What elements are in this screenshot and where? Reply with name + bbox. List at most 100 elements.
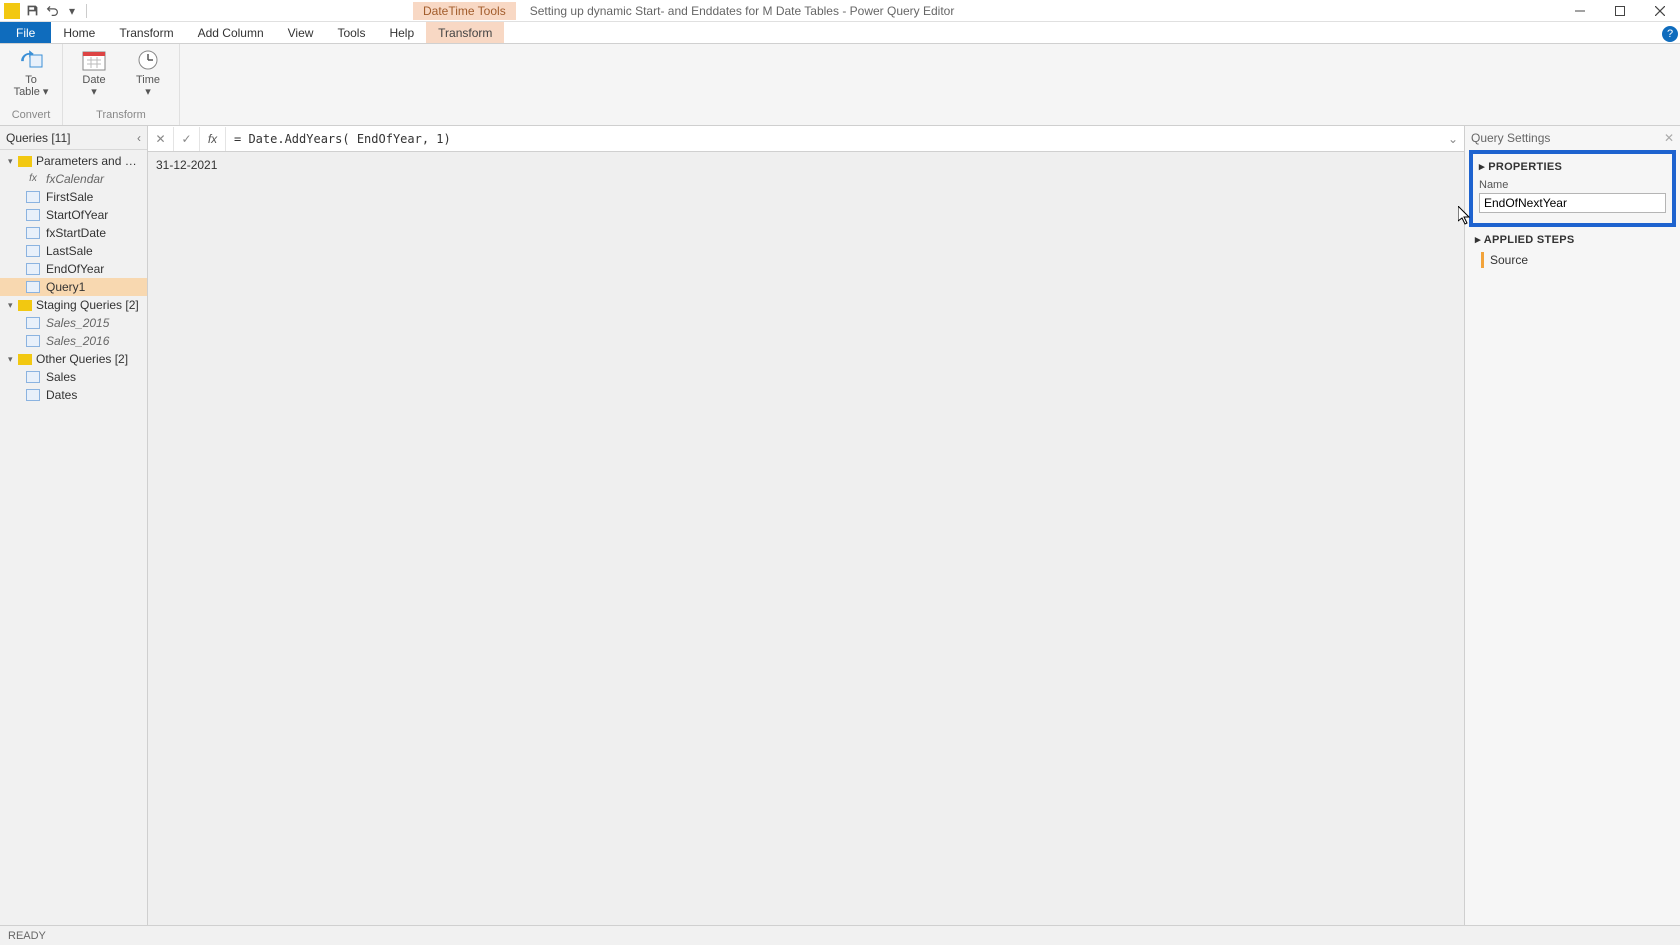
tab-file[interactable]: File xyxy=(0,22,51,43)
tab-help[interactable]: Help xyxy=(377,22,426,43)
queries-panel-header: Queries [11] ‹ xyxy=(0,126,147,150)
window-controls xyxy=(1560,0,1680,22)
folder-label: Staging Queries [2] xyxy=(36,298,143,312)
help-badge[interactable]: ? xyxy=(1662,26,1678,42)
table-icon xyxy=(26,371,40,383)
close-button[interactable] xyxy=(1640,0,1680,22)
minimize-button[interactable] xyxy=(1560,0,1600,22)
save-icon[interactable] xyxy=(24,3,40,19)
applied-step[interactable]: Source xyxy=(1473,250,1672,270)
collapse-queries-icon[interactable]: ‹ xyxy=(137,131,141,145)
folder-icon xyxy=(18,156,32,167)
queries-folder[interactable]: ▾ Staging Queries [2] xyxy=(0,296,147,314)
to-table-button[interactable]: To Table ▾ xyxy=(10,48,52,98)
properties-head: ▸ PROPERTIES xyxy=(1479,160,1666,173)
query-item[interactable]: fxfxCalendar xyxy=(0,170,147,188)
formula-cancel-icon[interactable]: ✕ xyxy=(148,127,174,151)
folder-caret-icon: ▾ xyxy=(8,156,18,167)
table-icon xyxy=(26,389,40,401)
table-icon xyxy=(26,281,40,293)
ribbon-tabs: File Home Transform Add Column View Tool… xyxy=(0,22,1680,44)
tab-context-transform[interactable]: Transform xyxy=(426,22,504,43)
scalar-result: 31-12-2021 xyxy=(156,158,1456,172)
query-name-input[interactable] xyxy=(1479,193,1666,213)
settings-panel-title: Query Settings xyxy=(1471,131,1550,145)
group-label-convert: Convert xyxy=(12,109,51,121)
folder-caret-icon: ▾ xyxy=(8,354,18,365)
formula-fx-icon[interactable]: fx xyxy=(200,127,226,151)
tab-transform[interactable]: Transform xyxy=(107,22,185,43)
folder-caret-icon: ▾ xyxy=(8,300,18,311)
query-item[interactable]: FirstSale xyxy=(0,188,147,206)
applied-steps-head: ▸ APPLIED STEPS xyxy=(1465,227,1680,250)
query-item[interactable]: Dates xyxy=(0,386,147,404)
step-indicator xyxy=(1481,252,1484,268)
close-settings-icon[interactable]: ✕ xyxy=(1664,131,1674,145)
queries-panel-title: Queries [11] xyxy=(6,131,70,145)
query-item[interactable]: Sales_2016 xyxy=(0,332,147,350)
status-bar: READY xyxy=(0,925,1680,945)
formula-expand-icon[interactable]: ⌄ xyxy=(1442,132,1464,146)
to-table-label: To Table ▾ xyxy=(14,74,49,98)
data-area: ✕ ✓ fx ⌄ 31-12-2021 xyxy=(148,126,1464,925)
fx-icon: fx xyxy=(26,173,40,185)
folder-icon xyxy=(18,300,32,311)
table-icon xyxy=(26,317,40,329)
table-icon xyxy=(26,209,40,221)
undo-icon[interactable] xyxy=(44,3,60,19)
query-item-label: Sales xyxy=(46,370,76,384)
query-item-label: Sales_2015 xyxy=(46,316,109,330)
query-item[interactable]: Sales xyxy=(0,368,147,386)
queries-folder[interactable]: ▾ Parameters and Fu… xyxy=(0,152,147,170)
date-button[interactable]: Date ▾ xyxy=(73,48,115,98)
maximize-button[interactable] xyxy=(1600,0,1640,22)
window-title: Setting up dynamic Start- and Enddates f… xyxy=(530,4,1560,18)
table-icon xyxy=(26,227,40,239)
query-item[interactable]: fxStartDate xyxy=(0,224,147,242)
step-label: Source xyxy=(1490,253,1528,267)
query-item-label: fxStartDate xyxy=(46,226,106,240)
app-icon xyxy=(4,3,20,19)
ribbon-group-convert: To Table ▾ Convert xyxy=(0,44,63,125)
queries-panel: Queries [11] ‹ ▾ Parameters and Fu… fxfxCa… xyxy=(0,126,148,925)
quick-access-toolbar: ▾ xyxy=(0,3,93,19)
query-item-label: FirstSale xyxy=(46,190,93,204)
folder-icon xyxy=(18,354,32,365)
time-button[interactable]: Time ▾ xyxy=(127,48,169,98)
tab-home[interactable]: Home xyxy=(51,22,107,43)
query-item-label: Query1 xyxy=(46,280,85,294)
formula-accept-icon[interactable]: ✓ xyxy=(174,127,200,151)
query-item[interactable]: LastSale xyxy=(0,242,147,260)
query-item-label: Sales_2016 xyxy=(46,334,109,348)
table-icon xyxy=(26,335,40,347)
query-item-label: Dates xyxy=(46,388,77,402)
contextual-tab-label: DateTime Tools xyxy=(413,2,516,20)
tab-add-column[interactable]: Add Column xyxy=(186,22,276,43)
status-text: READY xyxy=(8,930,46,942)
table-icon xyxy=(26,245,40,257)
group-label-transform: Transform xyxy=(96,109,146,121)
formula-bar: ✕ ✓ fx ⌄ xyxy=(148,126,1464,152)
query-item[interactable]: Sales_2015 xyxy=(0,314,147,332)
clock-icon xyxy=(134,48,162,72)
queries-folder[interactable]: ▾ Other Queries [2] xyxy=(0,350,147,368)
time-label: Time ▾ xyxy=(136,74,160,98)
tab-tools[interactable]: Tools xyxy=(325,22,377,43)
name-label: Name xyxy=(1479,179,1666,191)
settings-panel-header: Query Settings ✕ xyxy=(1465,126,1680,150)
tab-view[interactable]: View xyxy=(276,22,326,43)
formula-input[interactable] xyxy=(226,132,1442,146)
query-item[interactable]: Query1 xyxy=(0,278,147,296)
properties-highlight: ▸ PROPERTIES Name xyxy=(1469,150,1676,227)
calendar-icon xyxy=(80,48,108,72)
ribbon-group-transform: Date ▾ Time ▾ Transform xyxy=(63,44,180,125)
folder-label: Other Queries [2] xyxy=(36,352,143,366)
table-icon xyxy=(26,191,40,203)
ribbon: To Table ▾ Convert Date ▾ Time ▾ Transfo… xyxy=(0,44,1680,126)
query-item[interactable]: EndOfYear xyxy=(0,260,147,278)
applied-steps-list: Source xyxy=(1465,250,1680,270)
query-item[interactable]: StartOfYear xyxy=(0,206,147,224)
data-content: 31-12-2021 xyxy=(148,152,1464,925)
folder-label: Parameters and Fu… xyxy=(36,154,143,168)
qat-dropdown-icon[interactable]: ▾ xyxy=(64,3,80,19)
